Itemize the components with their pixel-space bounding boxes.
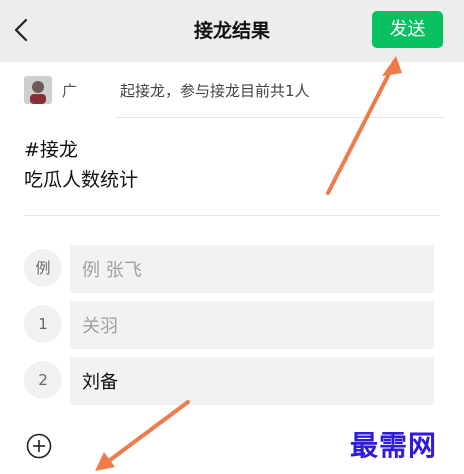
watermark-logo: 最需网 <box>350 429 438 462</box>
arrow-to-send <box>326 56 402 195</box>
arrow-to-add <box>95 400 190 471</box>
annotation-arrows <box>95 56 402 471</box>
